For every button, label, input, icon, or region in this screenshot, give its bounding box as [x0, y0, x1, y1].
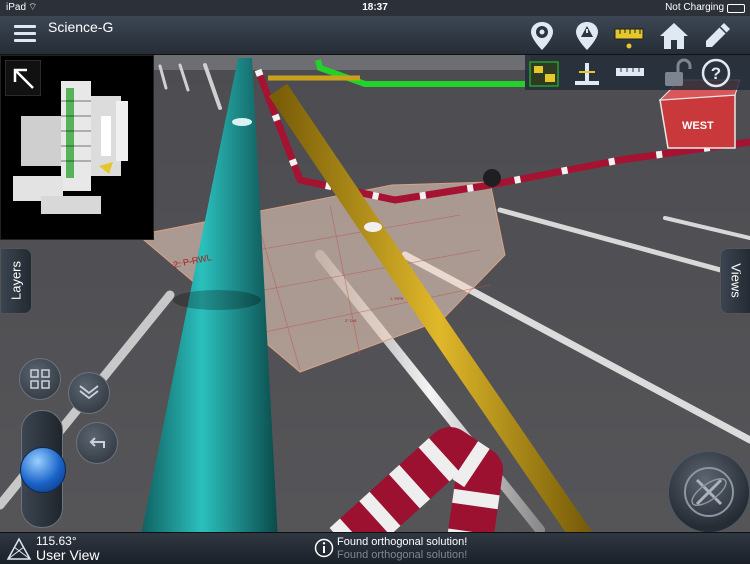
status-message-shadow: Found orthogonal solution! [337, 549, 468, 561]
view-angle: 115.63° [36, 534, 77, 548]
teal-pipe-band [232, 118, 252, 126]
view-name: User View [36, 547, 100, 563]
menu-list-icon[interactable] [14, 24, 36, 44]
minimap[interactable] [0, 55, 154, 240]
top-toolbar: Science-G [0, 16, 750, 55]
undo-button[interactable] [76, 422, 118, 464]
dimension-icon[interactable] [613, 57, 647, 89]
layer-chevron-icon [79, 385, 99, 400]
layers-tab-label: Layers [8, 260, 24, 301]
location-pin-alert-icon[interactable] [570, 19, 604, 53]
undo-icon [89, 437, 105, 448]
views-tab[interactable]: Views [720, 248, 750, 314]
bottom-status-bar: 115.63° User View Found orthogonal solut… [0, 532, 750, 564]
secondary-toolbar: ? [525, 55, 750, 90]
elevation-icon[interactable] [570, 57, 604, 89]
status-bar: iPad ⌔ 18:37 Not Charging [0, 0, 750, 16]
compass-rotate-icon [684, 467, 734, 517]
layers-tab[interactable]: Layers [0, 248, 32, 314]
home-icon[interactable] [657, 19, 691, 53]
layer-view-button[interactable] [68, 372, 110, 414]
status-time: 18:37 [362, 2, 388, 13]
location-pin-icon[interactable] [525, 19, 559, 53]
document-title: Science-G [48, 19, 114, 35]
grid-icon [30, 369, 50, 389]
unlock-icon[interactable] [659, 57, 693, 89]
pipe-fitting [483, 169, 501, 187]
height-slider-knob[interactable] [20, 447, 66, 493]
plan-view-icon[interactable] [527, 57, 561, 89]
camera-perspective-icon[interactable] [6, 537, 32, 561]
plane-small-label-2: 2'' DIA [345, 318, 357, 323]
info-icon [314, 538, 334, 558]
status-message: Found orthogonal solution! [337, 536, 468, 548]
help-icon[interactable]: ? [699, 57, 733, 89]
views-tab-label: Views [728, 263, 744, 298]
navigation-compass[interactable] [667, 450, 750, 534]
grid-view-button[interactable] [19, 358, 61, 400]
expand-arrow-icon[interactable] [5, 60, 41, 96]
battery-icon [727, 4, 745, 13]
teal-pipe-joint [173, 290, 261, 310]
battery-status-label: Not Charging [665, 2, 724, 13]
pencil-icon[interactable] [700, 19, 734, 53]
plane-small-label-1: 1: PIPE [390, 296, 404, 301]
svg-text:?: ? [711, 64, 721, 83]
west-label: WEST [682, 120, 714, 132]
measure-ruler-icon[interactable] [612, 19, 646, 53]
yellow-pipe-band [364, 222, 382, 232]
